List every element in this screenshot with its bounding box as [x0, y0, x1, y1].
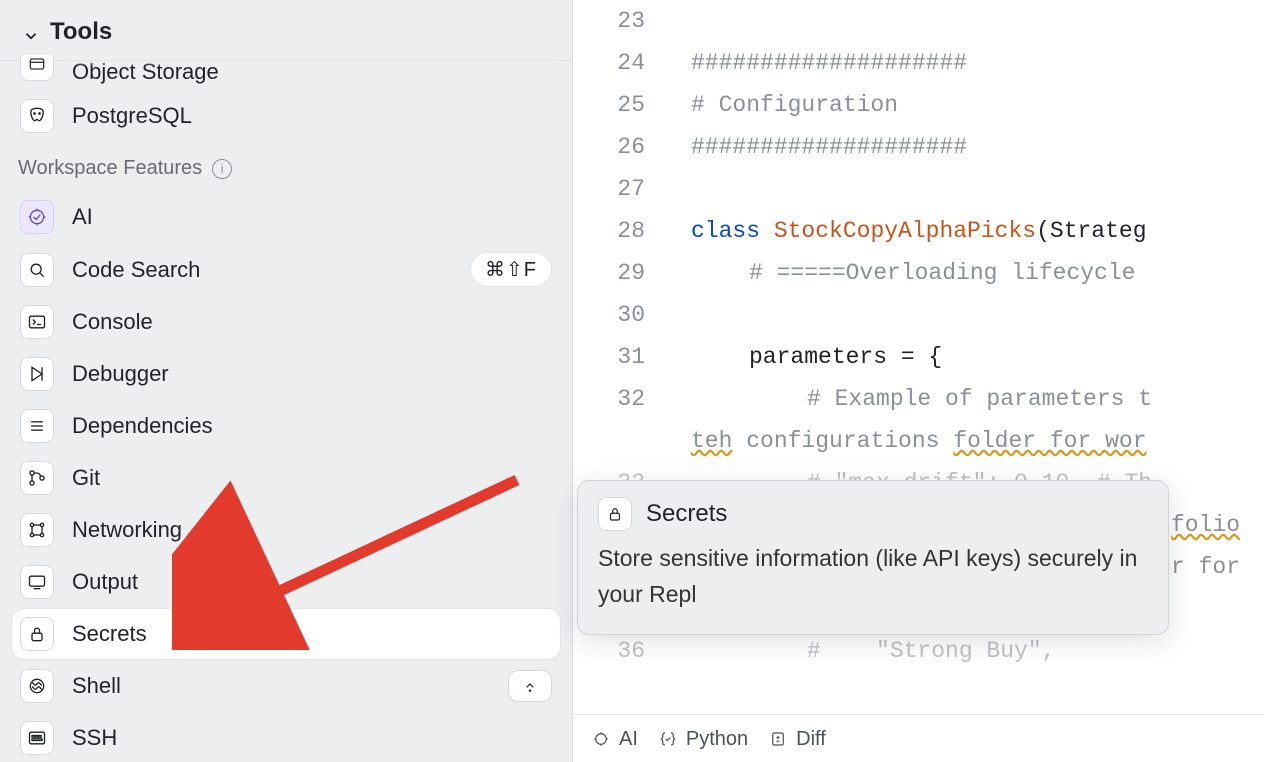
chevron-up-dot-icon[interactable]	[508, 670, 552, 702]
line-content[interactable]: class StockCopyAlphaPicks(Strateg	[671, 210, 1264, 252]
line-content[interactable]: # Configuration	[671, 84, 1264, 126]
line-content[interactable]	[671, 168, 1264, 210]
line-number: 30	[573, 294, 671, 336]
line-number: 32	[573, 378, 671, 420]
sidebar-item-object-storage[interactable]: Object Storage	[12, 55, 560, 89]
sidebar-item-label: PostgreSQL	[72, 103, 552, 129]
line-number: 26	[573, 126, 671, 168]
sidebar-item-dependencies[interactable]: Dependencies	[12, 401, 560, 451]
sidebar-item-networking[interactable]: Networking	[12, 505, 560, 555]
sidebar-item-output[interactable]: Output	[12, 557, 560, 607]
line-number: 23	[573, 0, 671, 42]
line-content[interactable]: ####################	[671, 42, 1264, 84]
dependencies-icon	[20, 409, 54, 443]
line-content[interactable]: teh configurations folder for wor	[671, 420, 1264, 462]
code-line[interactable]: 30	[573, 294, 1264, 336]
sidebar-item-shell[interactable]: Shell	[12, 661, 560, 711]
console-icon	[20, 305, 54, 339]
sidebar-item-label: Git	[72, 465, 552, 491]
line-content[interactable]: parameters = {	[671, 336, 1264, 378]
sidebar: Tools Object Storage PostgreSQL Workspac…	[0, 0, 572, 762]
info-icon[interactable]: i	[212, 159, 232, 179]
ai-icon	[20, 200, 54, 234]
tooltip-body: Store sensitive information (like API ke…	[598, 541, 1146, 612]
statusbar-python[interactable]: Python	[658, 718, 748, 760]
line-number: 36	[573, 630, 671, 672]
line-content[interactable]: # Example of parameters t	[671, 378, 1264, 420]
statusbar-ai[interactable]: AI	[591, 718, 638, 760]
line-content[interactable]: # =====Overloading lifecycle	[671, 252, 1264, 294]
group-label-workspace-features: Workspace Features i	[12, 143, 560, 190]
shortcut-badge: ⌘⇧F	[470, 252, 552, 287]
shell-icon	[20, 669, 54, 703]
code-line[interactable]: 36# "Strong Buy",	[573, 630, 1264, 672]
sidebar-item-label: Console	[72, 309, 552, 335]
sidebar-item-label: Secrets	[72, 621, 552, 647]
line-number: 29	[573, 252, 671, 294]
code-line[interactable]: teh configurations folder for wor	[573, 420, 1264, 462]
statusbar-diff[interactable]: Diff	[768, 718, 826, 760]
tools-title: Tools	[50, 18, 112, 46]
line-content[interactable]: ####################	[671, 126, 1264, 168]
sidebar-item-postgresql[interactable]: PostgreSQL	[12, 91, 560, 141]
sidebar-item-label: Code Search	[72, 257, 452, 283]
sidebar-item-label: AI	[72, 204, 552, 230]
tools-header[interactable]: Tools	[0, 10, 572, 61]
line-number: 24	[573, 42, 671, 84]
ssh-icon	[20, 721, 54, 755]
tooltip-secrets: Secrets Store sensitive information (lik…	[577, 480, 1169, 635]
sidebar-item-label: SSH	[72, 725, 552, 751]
sidebar-item-debugger[interactable]: Debugger	[12, 349, 560, 399]
line-number	[573, 420, 671, 462]
debugger-icon	[20, 357, 54, 391]
sidebar-item-secrets[interactable]: Secrets	[12, 609, 560, 659]
code-line[interactable]: 32# Example of parameters t	[573, 378, 1264, 420]
line-number: 28	[573, 210, 671, 252]
sidebar-item-label: Networking	[72, 517, 552, 543]
sidebar-item-label: Shell	[72, 673, 490, 699]
sidebar-item-ssh[interactable]: SSH	[12, 713, 560, 762]
sidebar-item-console[interactable]: Console	[12, 297, 560, 347]
code-line[interactable]: 25# Configuration	[573, 84, 1264, 126]
code-editor[interactable]: 2324####################25# Configuratio…	[572, 0, 1264, 762]
code-line[interactable]: 27	[573, 168, 1264, 210]
code-line[interactable]: 23	[573, 0, 1264, 42]
line-number: 27	[573, 168, 671, 210]
line-content[interactable]	[671, 294, 1264, 336]
sidebar-item-ai[interactable]: AI	[12, 192, 560, 242]
code-line[interactable]: 29# =====Overloading lifecycle	[573, 252, 1264, 294]
lock-icon	[598, 497, 632, 531]
code-line[interactable]: 28class StockCopyAlphaPicks(Strateg	[573, 210, 1264, 252]
braces-check-icon	[658, 729, 678, 749]
lock-icon	[20, 617, 54, 651]
status-bar: AI Python Diff	[573, 714, 1264, 762]
line-number: 25	[573, 84, 671, 126]
git-icon	[20, 461, 54, 495]
sidebar-item-git[interactable]: Git	[12, 453, 560, 503]
object-storage-icon	[20, 55, 54, 81]
networking-icon	[20, 513, 54, 547]
tooltip-title: Secrets	[646, 500, 727, 528]
code-line[interactable]: 24####################	[573, 42, 1264, 84]
code-line[interactable]: 26####################	[573, 126, 1264, 168]
line-content[interactable]: # "Strong Buy",	[671, 630, 1264, 672]
sidebar-item-label: Output	[72, 569, 552, 595]
sidebar-item-label: Dependencies	[72, 413, 552, 439]
postgresql-icon	[20, 99, 54, 133]
code-line[interactable]: 31parameters = {	[573, 336, 1264, 378]
ai-icon	[591, 729, 611, 749]
output-icon	[20, 565, 54, 599]
chevron-down-icon	[22, 24, 40, 42]
sidebar-item-code-search[interactable]: Code Search ⌘⇧F	[12, 244, 560, 295]
search-icon	[20, 253, 54, 287]
line-content[interactable]	[671, 0, 1264, 42]
line-number: 31	[573, 336, 671, 378]
sidebar-item-label: Debugger	[72, 361, 552, 387]
diff-icon	[768, 729, 788, 749]
sidebar-item-label: Object Storage	[72, 59, 552, 85]
